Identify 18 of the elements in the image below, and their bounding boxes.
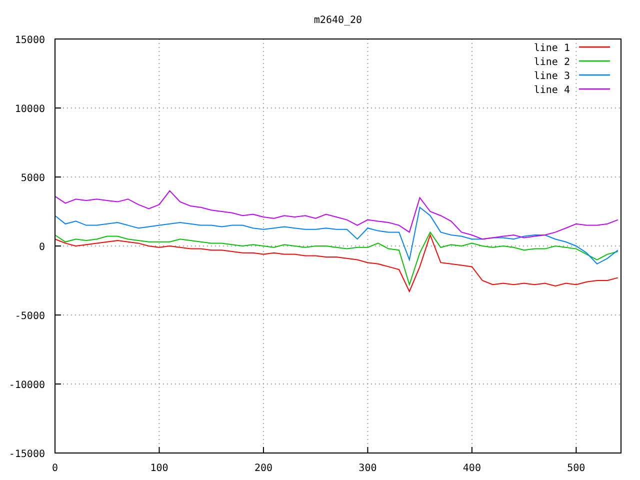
tick-label: 0: [52, 463, 58, 474]
tick-label: -15000: [8, 449, 45, 460]
tick-label: -5000: [14, 311, 45, 322]
chart-title: m2640_20: [314, 15, 362, 26]
tick-label: 400: [462, 463, 481, 474]
legend-label: line 3: [534, 71, 570, 82]
tick-label: 100: [150, 463, 168, 474]
tick-label: 200: [254, 463, 272, 474]
tick-label: 5000: [20, 173, 45, 184]
legend-label: line 1: [534, 43, 570, 54]
tick-label: 15000: [14, 35, 45, 46]
tick-label: 10000: [14, 104, 45, 115]
tick-label: 0: [38, 242, 45, 253]
legend-label: line 4: [534, 85, 570, 96]
legend-label: line 2: [534, 57, 570, 68]
tick-label: -10000: [8, 380, 45, 391]
tick-label: 300: [358, 463, 377, 474]
tick-label: 500: [567, 463, 586, 474]
